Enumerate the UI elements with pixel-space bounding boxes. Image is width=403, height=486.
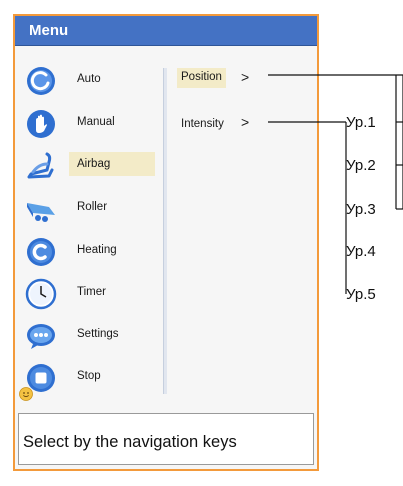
level-label: Ур.1 <box>346 114 376 131</box>
level-label: Ур.2 <box>346 157 376 174</box>
annotated-screenshot: Menu Auto Manual Airbag Roller Heating T… <box>0 0 403 486</box>
annotation-connectors <box>268 74 403 294</box>
level-label: Ур.4 <box>346 243 376 260</box>
level-label: Ур.5 <box>346 286 376 303</box>
level-label: Ур.3 <box>346 201 376 218</box>
